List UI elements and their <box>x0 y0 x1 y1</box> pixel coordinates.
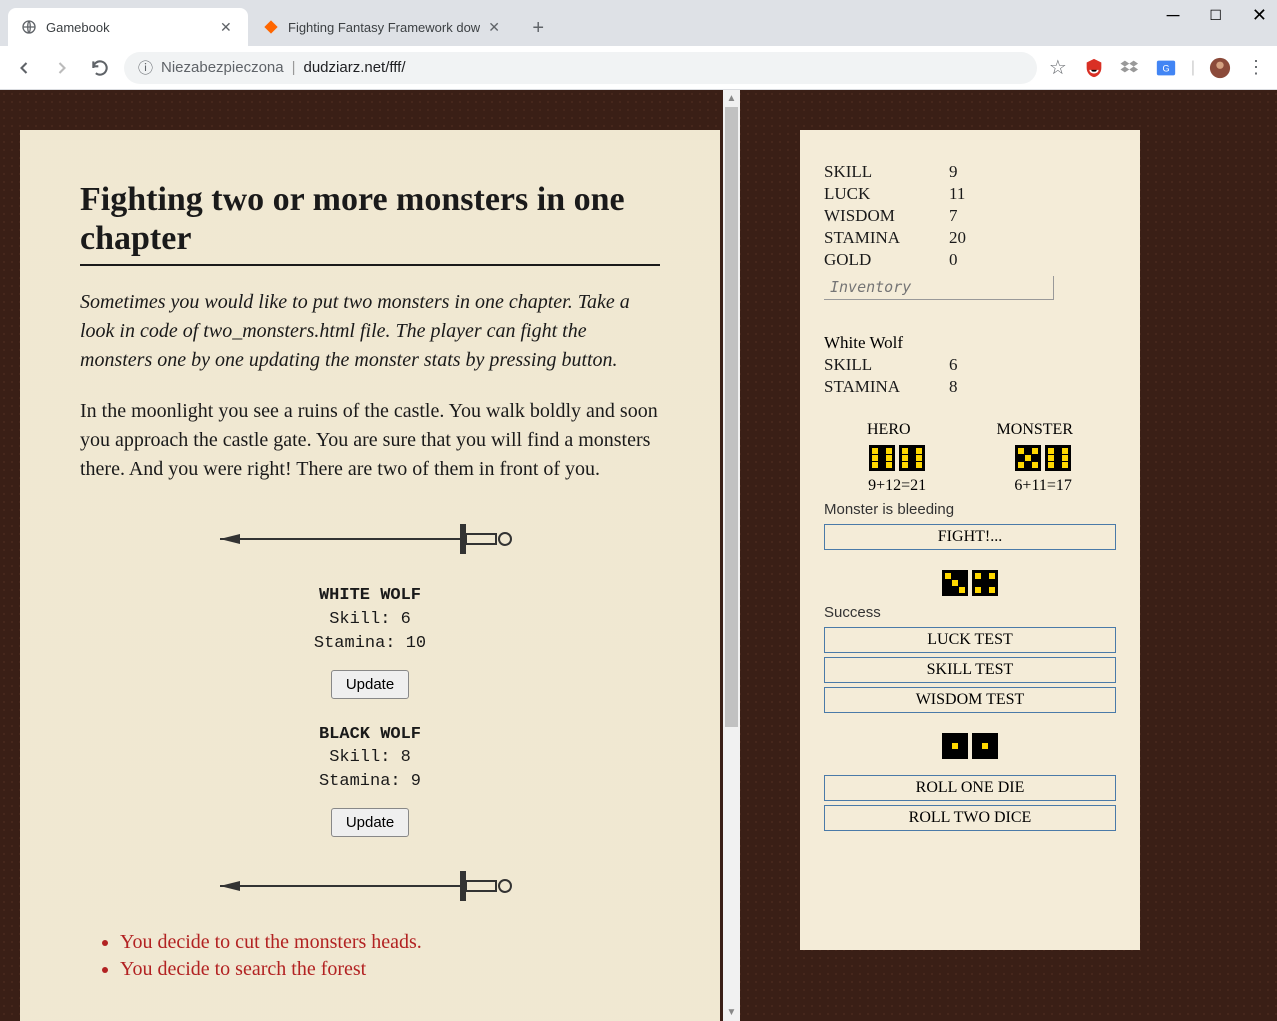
tab-title: Gamebook <box>46 20 212 35</box>
tab-title: Fighting Fantasy Framework dow <box>288 20 480 35</box>
update-button[interactable]: Update <box>331 670 409 699</box>
choice-link[interactable]: You decide to cut the monsters heads. <box>120 931 660 954</box>
body-text: In the moonlight you see a ruins of the … <box>80 397 660 484</box>
hero-dice <box>869 445 925 471</box>
ublock-icon[interactable] <box>1083 57 1105 79</box>
monster-name: BLACK WOLF <box>80 723 660 747</box>
combat-dice <box>824 445 1116 471</box>
die-icon <box>942 733 968 759</box>
combat-header: HERO MONSTER <box>824 421 1116 439</box>
scrollbar-vertical[interactable]: ▲ ▼ <box>723 90 740 1021</box>
close-icon[interactable]: ✕ <box>488 19 504 35</box>
menu-icon[interactable]: ⋮ <box>1245 57 1267 79</box>
maximize-icon[interactable]: ☐ <box>1209 7 1222 24</box>
sourceforge-icon <box>262 18 280 36</box>
enemy-stamina: STAMINA8 <box>824 377 1116 397</box>
luck-dice <box>824 570 1116 596</box>
monster-dice <box>1015 445 1071 471</box>
combat-status: Monster is bleeding <box>824 501 1116 518</box>
security-label: Niezabezpieczona <box>161 59 284 76</box>
die-icon <box>1015 445 1041 471</box>
sword-divider-icon <box>210 514 530 564</box>
monster-black-wolf: BLACK WOLF Skill: 8 Stamina: 9 <box>80 723 660 794</box>
page-content: Fighting two or more monsters in one cha… <box>0 90 1277 1021</box>
new-tab-button[interactable]: + <box>524 14 552 42</box>
minimize-icon[interactable]: ─ <box>1167 5 1180 26</box>
translate-icon[interactable]: G <box>1155 57 1177 79</box>
page-title: Fighting two or more monsters in one cha… <box>80 180 660 266</box>
scroll-up-icon[interactable]: ▲ <box>723 90 740 107</box>
die-icon <box>972 570 998 596</box>
enemy-name: White Wolf <box>824 333 1116 353</box>
globe-icon <box>20 18 38 36</box>
url-input[interactable]: ⓘ Niezabezpieczona | dudziarz.net/fff/ <box>124 52 1037 84</box>
stat-wisdom: WISDOM7 <box>824 206 1116 226</box>
die-icon <box>1045 445 1071 471</box>
close-icon[interactable]: ✕ <box>220 19 236 35</box>
stats-panel: SKILL9 LUCK11 WISDOM7 STAMINA20 GOLD0 Wh… <box>800 130 1140 950</box>
svg-text:G: G <box>1162 63 1169 73</box>
wisdom-test-button[interactable]: WISDOM TEST <box>824 687 1116 713</box>
monster-label: MONSTER <box>997 421 1073 439</box>
skill-test-button[interactable]: SKILL TEST <box>824 657 1116 683</box>
inventory-input[interactable] <box>824 276 1054 300</box>
monster-stamina: Stamina: 9 <box>80 770 660 794</box>
extension-icons: ☆ G | ⋮ <box>1047 57 1267 79</box>
window-controls: ─ ☐ ✕ <box>1167 0 1267 30</box>
intro-text: Sometimes you would like to put two mons… <box>80 288 660 375</box>
die-icon <box>869 445 895 471</box>
monster-skill: Skill: 6 <box>80 608 660 632</box>
dropbox-icon[interactable] <box>1119 57 1141 79</box>
die-icon <box>899 445 925 471</box>
hero-label: HERO <box>867 421 911 439</box>
sidebar-frame: SKILL9 LUCK11 WISDOM7 STAMINA20 GOLD0 Wh… <box>760 90 1260 1021</box>
roll-one-button[interactable]: ROLL ONE DIE <box>824 775 1116 801</box>
monster-stamina: Stamina: 10 <box>80 632 660 656</box>
stat-skill: SKILL9 <box>824 162 1116 182</box>
main-frame: Fighting two or more monsters in one cha… <box>0 90 740 1021</box>
combat-calc: 9+12=21 6+11=17 <box>824 477 1116 495</box>
stat-stamina: STAMINA20 <box>824 228 1116 248</box>
forward-button[interactable] <box>48 54 76 82</box>
star-icon[interactable]: ☆ <box>1047 57 1069 79</box>
back-button[interactable] <box>10 54 38 82</box>
gamebook-page: Fighting two or more monsters in one cha… <box>20 130 720 1021</box>
monster-skill: Skill: 8 <box>80 746 660 770</box>
monster-white-wolf: WHITE WOLF Skill: 6 Stamina: 10 <box>80 584 660 655</box>
luck-test-button[interactable]: LUCK TEST <box>824 627 1116 653</box>
scrollbar-thumb[interactable] <box>725 107 738 727</box>
luck-status: Success <box>824 604 1116 621</box>
hero-calc: 9+12=21 <box>868 477 926 495</box>
scroll-down-icon[interactable]: ▼ <box>723 1004 740 1021</box>
enemy-skill: SKILL6 <box>824 355 1116 375</box>
browser-tab-inactive[interactable]: Fighting Fantasy Framework dow ✕ <box>250 8 516 46</box>
choice-link[interactable]: You decide to search the forest <box>120 958 660 981</box>
browser-addressbar: ⓘ Niezabezpieczona | dudziarz.net/fff/ ☆… <box>0 46 1277 90</box>
die-icon <box>972 733 998 759</box>
info-icon[interactable]: ⓘ <box>138 57 153 78</box>
update-button[interactable]: Update <box>331 808 409 837</box>
roll-two-button[interactable]: ROLL TWO DICE <box>824 805 1116 831</box>
monster-calc: 6+11=17 <box>1014 477 1071 495</box>
browser-tabbar: Gamebook ✕ Fighting Fantasy Framework do… <box>0 0 1277 46</box>
browser-tab-active[interactable]: Gamebook ✕ <box>8 8 248 46</box>
monster-name: WHITE WOLF <box>80 584 660 608</box>
die-icon <box>942 570 968 596</box>
avatar[interactable] <box>1209 57 1231 79</box>
sword-divider-icon <box>210 861 530 911</box>
stat-gold: GOLD0 <box>824 250 1116 270</box>
url-text: dudziarz.net/fff/ <box>304 59 406 76</box>
roll-dice <box>824 733 1116 759</box>
stat-luck: LUCK11 <box>824 184 1116 204</box>
fight-button[interactable]: FIGHT!... <box>824 524 1116 550</box>
close-window-icon[interactable]: ✕ <box>1252 5 1267 26</box>
choice-list: You decide to cut the monsters heads. Yo… <box>120 931 660 981</box>
reload-button[interactable] <box>86 54 114 82</box>
